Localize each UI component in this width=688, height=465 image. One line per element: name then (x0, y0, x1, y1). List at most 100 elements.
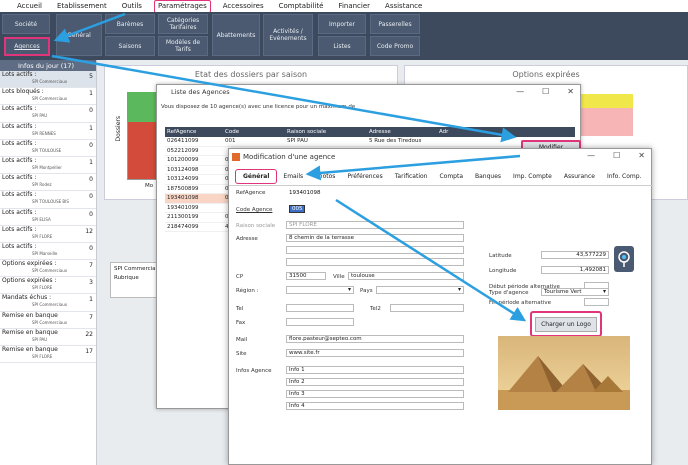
saisons-button[interactable]: Saisons (105, 36, 155, 56)
minimize-icon[interactable]: — (516, 87, 524, 96)
info1-input[interactable]: Info 1 (286, 366, 464, 374)
pays-label: Pays (360, 288, 373, 294)
adresse-line3-input[interactable] (286, 258, 464, 266)
modeles-tarifs-button[interactable]: Modèles de Tarifs (158, 36, 208, 56)
col-adresse[interactable]: Adresse (365, 129, 435, 135)
info-row-agency: SPI TOULOUSE BIS (32, 199, 69, 205)
table-row[interactable]: 026411099 001 SPI PAU 5 Rue des Tiredous (165, 137, 575, 147)
categories-tarifaires-button[interactable]: Catégories Tarifaires (158, 14, 208, 34)
close-icon[interactable]: ✕ (567, 87, 574, 96)
tab-banques[interactable]: Banques (469, 173, 507, 180)
table-header: RefAgence Code Raison sociale Adresse Ad… (165, 127, 575, 137)
societe-button[interactable]: Société (2, 14, 50, 34)
info-row-agency: SPI Rodez (32, 182, 52, 188)
general-button[interactable]: Général (56, 14, 102, 56)
col-refagence[interactable]: RefAgence (165, 129, 221, 135)
info-row[interactable]: Lots actifs : SPI Rodez 0 (0, 174, 96, 192)
fax-input[interactable] (286, 318, 354, 326)
cp-input[interactable]: 31500 (286, 272, 326, 280)
longitude-input[interactable]: 1,492081 (541, 266, 609, 274)
menu-accueil[interactable]: Accueil (14, 1, 45, 12)
menu-etablissement[interactable]: Etablissement (54, 1, 110, 12)
fin-periode-input[interactable] (584, 298, 609, 306)
menu-assistance[interactable]: Assistance (382, 1, 425, 12)
tab-info-comp[interactable]: Info. Comp. (601, 173, 648, 180)
agences-button[interactable]: Agences (4, 37, 50, 56)
info-row[interactable]: Remise en banque SPI Commerciaux 7 (0, 312, 96, 329)
refagence-value: 193401098 (289, 190, 321, 196)
table-cell: 103124099 (167, 176, 199, 183)
table-cell: 211300199 (167, 214, 199, 221)
site-input[interactable]: www.site.fr (286, 349, 464, 357)
maximize-icon[interactable]: ☐ (613, 151, 620, 160)
menu-bar: Accueil Etablissement Outils Paramétrage… (0, 0, 688, 13)
adresse-line2-input[interactable] (286, 246, 464, 254)
tab-emails[interactable]: Emails (277, 173, 309, 180)
menu-outils[interactable]: Outils (119, 1, 145, 12)
close-icon[interactable]: ✕ (638, 151, 645, 160)
tab-imp-compte[interactable]: Imp. Compte (507, 173, 558, 180)
code-promo-button[interactable]: Code Promo (370, 36, 420, 56)
col-raison[interactable]: Raison sociale (283, 129, 365, 135)
latitude-label: Latitude (489, 253, 512, 259)
passerelles-button[interactable]: Passerelles (370, 14, 420, 34)
col-code[interactable]: Code (221, 129, 283, 135)
info-row[interactable]: Lots bloqués : SPI Commerciaux 1 (0, 88, 96, 106)
minimize-icon[interactable]: — (587, 151, 595, 160)
info4-input[interactable]: Info 4 (286, 402, 464, 410)
info-row-agency: SPI FLORE (32, 233, 53, 239)
adresse-input[interactable]: 8 chemin de la terrasse (286, 234, 464, 242)
maximize-icon[interactable]: ☐ (542, 87, 549, 96)
region-select[interactable] (286, 286, 354, 294)
code-agence-input[interactable]: 005 (289, 205, 305, 213)
info3-input[interactable]: Info 3 (286, 390, 464, 398)
menu-accessoires[interactable]: Accessoires (220, 1, 267, 12)
info-row[interactable]: Lots actifs : SPI PAU 0 (0, 105, 96, 123)
tel2-input[interactable] (390, 304, 464, 312)
mail-input[interactable]: flore.pasteur@septeo.com (286, 335, 464, 343)
info-row[interactable]: Options expirées : SPI Commerciaux 7 (0, 260, 96, 278)
charger-logo-button[interactable]: Charger un Logo (535, 316, 597, 332)
type-agence-select[interactable]: Tourisme Vert (541, 288, 609, 296)
tab-photos[interactable]: Photos (309, 173, 341, 180)
importer-button[interactable]: Importer (318, 14, 366, 34)
info-row[interactable]: Lots actifs : SPI TOULOUSE 0 (0, 140, 96, 157)
tab-compta[interactable]: Compta (433, 173, 469, 180)
pays-select[interactable] (376, 286, 464, 294)
tab-assurance[interactable]: Assurance (558, 173, 601, 180)
info-row[interactable]: Options expirées : SPI FLORE 3 (0, 277, 96, 295)
baremes-button[interactable]: Barèmes (105, 14, 155, 34)
info-row-count: 1 (89, 296, 93, 304)
info-row[interactable]: Remise en banque SPI PAU 22 (0, 329, 96, 346)
info-row[interactable]: Lots actifs : SPI RENNES 1 (0, 123, 96, 140)
info2-input[interactable]: Info 2 (286, 378, 464, 386)
info-row[interactable]: Lots actifs : SPI Commerciaux 5 (0, 71, 96, 89)
info-row[interactable]: Lots actifs : SPI Marseille 0 (0, 243, 96, 261)
menu-parametrages[interactable]: Paramétrages (153, 0, 211, 13)
menu-financier[interactable]: Financier (335, 1, 373, 12)
ville-input[interactable]: toulouse (348, 272, 464, 280)
app-icon (232, 153, 240, 161)
map-pin-icon[interactable] (614, 246, 634, 272)
info-row[interactable]: Remise en banque SPI FLORE 17 (0, 346, 96, 364)
info-row[interactable]: Lots actifs : SPI FLORE 12 (0, 226, 96, 243)
menu-comptabilite[interactable]: Comptabilité (276, 1, 327, 12)
modif-title: Modification d'une agence (243, 153, 336, 161)
tab-general[interactable]: Général (235, 169, 278, 184)
abattements-button[interactable]: Abattements (212, 14, 260, 56)
info-row[interactable]: Lots actifs : SPI ELISA 0 (0, 209, 96, 226)
activites-button[interactable]: Activités / Evénements (263, 14, 313, 56)
listes-button[interactable]: Listes (318, 36, 366, 56)
raison-sociale-input[interactable]: SPI FLORE (286, 221, 464, 229)
info-row[interactable]: Lots actifs : SPI TOULOUSE BIS 0 (0, 191, 96, 209)
info-row-count: 7 (89, 262, 93, 270)
x-axis-label: Mo (145, 183, 154, 189)
info-row[interactable]: Mandats échus : SPI Commerciaux 1 (0, 294, 96, 312)
latitude-input[interactable]: 43,577229 (541, 251, 609, 259)
tab-preferences[interactable]: Préférences (341, 173, 388, 180)
info-row-count: 0 (89, 210, 93, 218)
tel-input[interactable] (286, 304, 354, 312)
tab-tarification[interactable]: Tarification (389, 173, 434, 180)
col-adr[interactable]: Adr (435, 129, 575, 135)
info-row[interactable]: Lots actifs : SPI Montpellier 1 (0, 157, 96, 175)
